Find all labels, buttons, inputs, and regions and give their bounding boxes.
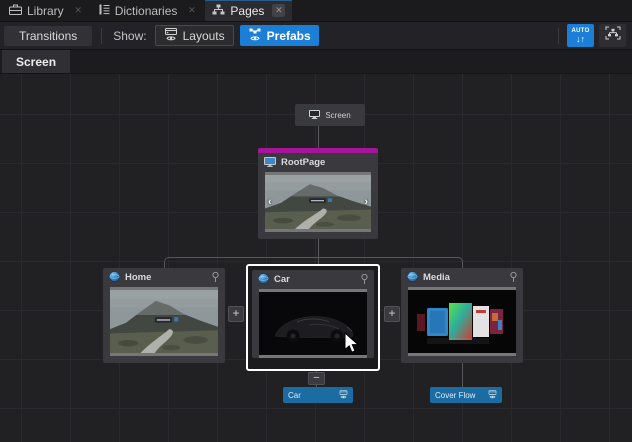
connector-line bbox=[318, 257, 319, 264]
node-rootpage[interactable]: RootPage ‹ › bbox=[258, 148, 378, 239]
layouts-eye-icon bbox=[488, 386, 497, 404]
tab-pages[interactable]: Pages ✕ bbox=[205, 0, 292, 21]
page-graph-canvas[interactable]: Screen RootPage bbox=[0, 74, 632, 442]
node-header: Media bbox=[401, 268, 523, 287]
tab-library[interactable]: Library ✕ bbox=[2, 0, 92, 21]
prefab-sphere-icon bbox=[407, 269, 418, 287]
monitor-icon bbox=[264, 154, 276, 172]
node-media[interactable]: Media bbox=[401, 268, 523, 363]
toolbox-icon bbox=[9, 4, 22, 18]
layouts-eye-icon bbox=[339, 386, 348, 404]
remove-page-button[interactable]: − bbox=[308, 372, 325, 385]
pin-icon[interactable] bbox=[510, 272, 517, 283]
layouts-toggle-button[interactable]: Layouts bbox=[155, 25, 234, 46]
state-box-car[interactable]: Car bbox=[283, 387, 353, 403]
toolbar-right-group: AUTO ↓↑ bbox=[555, 24, 628, 47]
landscape-road-photo bbox=[110, 290, 218, 353]
tab-label: Dictionaries bbox=[115, 4, 178, 18]
down-up-arrows-icon: ↓↑ bbox=[576, 35, 585, 44]
toolbar-separator bbox=[101, 28, 102, 44]
add-page-button[interactable]: + bbox=[384, 306, 400, 322]
node-label: Car bbox=[274, 274, 290, 285]
monitor-icon bbox=[309, 106, 320, 124]
show-label: Show: bbox=[113, 29, 146, 43]
toggle-label: Layouts bbox=[183, 29, 225, 43]
state-label: Car bbox=[288, 391, 335, 400]
node-label: RootPage bbox=[281, 157, 325, 168]
prefab-sphere-icon bbox=[109, 269, 120, 287]
prefabs-toggle-button[interactable]: Prefabs bbox=[240, 25, 319, 46]
add-page-button[interactable]: + bbox=[228, 306, 244, 322]
landscape-road-photo bbox=[265, 175, 371, 229]
nav-right-chevron-icon[interactable]: › bbox=[364, 197, 368, 207]
panel-tab-bar: Library ✕ Dictionaries ✕ Pages ✕ bbox=[0, 0, 632, 22]
toggle-label: Prefabs bbox=[267, 29, 311, 43]
prefab-sphere-icon bbox=[258, 271, 269, 289]
connector-line bbox=[462, 363, 463, 387]
home-thumbnail bbox=[110, 287, 218, 356]
pin-icon[interactable] bbox=[212, 272, 219, 283]
auto-arrange-button[interactable]: AUTO ↓↑ bbox=[567, 24, 594, 47]
rootpage-thumbnail: ‹ › bbox=[265, 172, 371, 232]
tab-label: Library bbox=[27, 4, 64, 18]
state-label: Cover Flow bbox=[435, 391, 484, 400]
fit-graph-button[interactable] bbox=[599, 24, 626, 47]
state-box-cover-flow[interactable]: Cover Flow bbox=[430, 387, 502, 403]
connector-line bbox=[318, 126, 319, 148]
node-label: Media bbox=[423, 272, 450, 283]
toolbar-separator bbox=[558, 28, 559, 44]
media-thumbnail bbox=[408, 287, 516, 356]
node-label: Screen bbox=[325, 111, 350, 120]
node-label: Home bbox=[125, 272, 151, 283]
connector-line bbox=[318, 239, 319, 257]
document-tab-bar: Screen bbox=[0, 50, 632, 74]
list-icon bbox=[99, 4, 110, 18]
tab-screen-document[interactable]: Screen bbox=[2, 50, 70, 73]
layouts-eye-icon bbox=[164, 28, 178, 44]
fit-graph-icon bbox=[605, 26, 621, 45]
node-header: Car bbox=[252, 270, 374, 289]
tab-dictionaries[interactable]: Dictionaries ✕ bbox=[92, 0, 206, 21]
close-icon[interactable]: ✕ bbox=[185, 4, 198, 17]
prefabs-eye-icon bbox=[248, 28, 262, 44]
node-header: Home bbox=[103, 268, 225, 287]
tab-label: Pages bbox=[230, 4, 264, 18]
close-icon[interactable]: ✕ bbox=[272, 4, 285, 17]
arrow-cursor bbox=[344, 332, 361, 360]
node-header: RootPage bbox=[258, 153, 378, 172]
cover-flow-photo bbox=[408, 290, 516, 353]
toolbar: Transitions Show: Layouts Prefabs AUTO ↓… bbox=[0, 22, 632, 50]
transitions-button[interactable]: Transitions bbox=[4, 26, 92, 46]
node-home[interactable]: Home bbox=[103, 268, 225, 363]
pin-icon[interactable] bbox=[361, 274, 368, 285]
hierarchy-icon bbox=[212, 4, 225, 18]
nav-left-chevron-icon[interactable]: ‹ bbox=[268, 197, 272, 207]
close-icon[interactable]: ✕ bbox=[72, 4, 85, 17]
node-screen[interactable]: Screen bbox=[295, 104, 365, 126]
